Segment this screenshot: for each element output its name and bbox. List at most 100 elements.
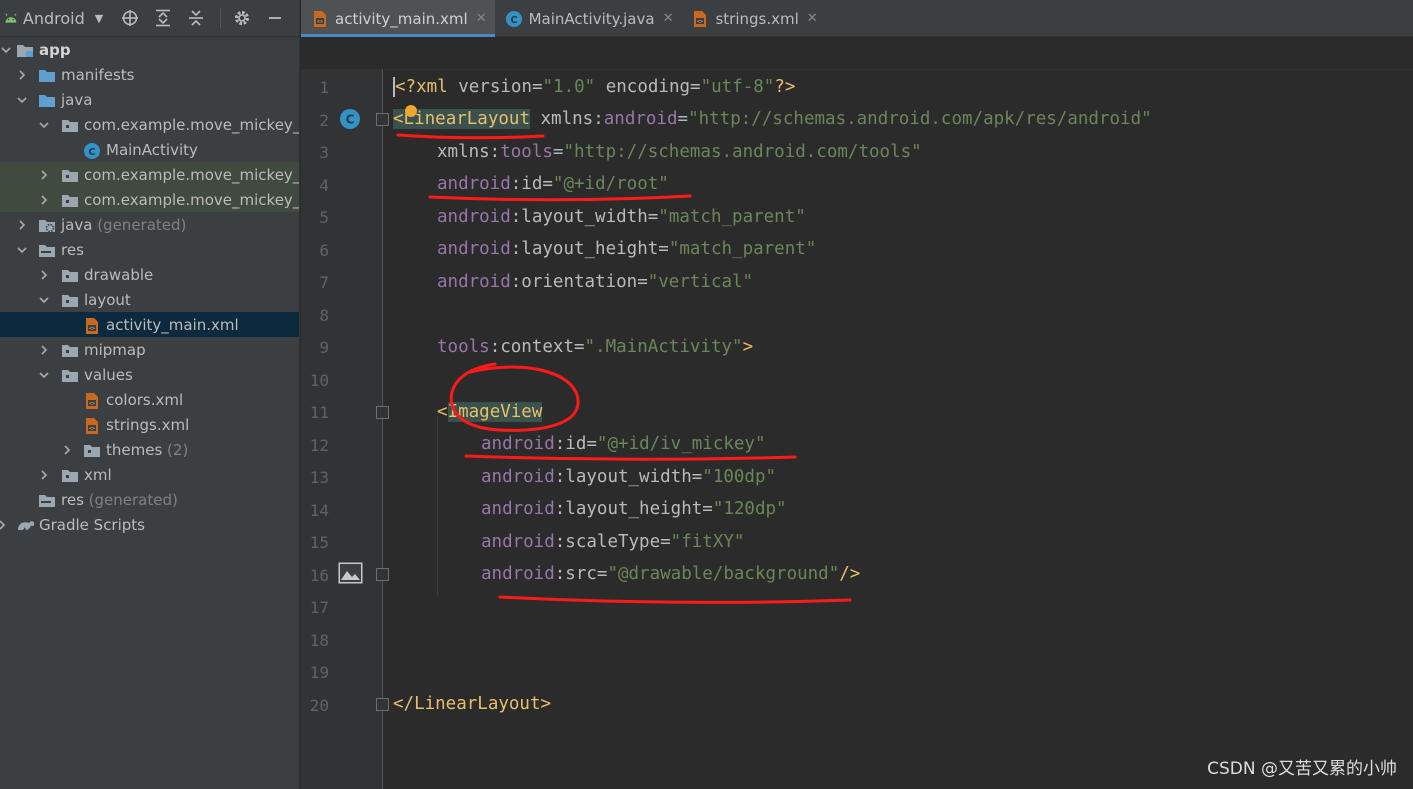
line-number: 11: [309, 403, 329, 422]
tree-item[interactable]: res: [0, 237, 299, 262]
tree-item-text: com.example.move_mickey_b: [84, 190, 300, 209]
editor-tab[interactable]: <> activity_main.xml ✕: [301, 0, 495, 37]
indent-guide: [437, 416, 438, 596]
tab-label: strings.xml: [715, 9, 799, 28]
tree-item[interactable]: <> colors.xml: [0, 387, 299, 412]
tree-item[interactable]: drawable: [0, 262, 299, 287]
tree-item[interactable]: <> strings.xml: [0, 412, 299, 437]
tree-item[interactable]: com.example.move_mickey_b: [0, 187, 299, 212]
chevron-right-icon[interactable]: [61, 444, 73, 456]
tree-item[interactable]: values: [0, 362, 299, 387]
fold-marker[interactable]: [376, 568, 389, 581]
code-editor[interactable]: <?xml version="1.0" encoding="utf-8"?> <…: [383, 70, 1413, 789]
tree-item-label: strings.xml: [106, 416, 189, 434]
chevron-down-icon[interactable]: [0, 44, 12, 56]
line-number: 18: [309, 630, 329, 650]
tree-item[interactable]: xml: [0, 462, 299, 487]
tree-item[interactable]: C MainActivity: [0, 137, 299, 162]
line-number: 6: [319, 240, 329, 260]
editor-tab[interactable]: <> strings.xml ✕: [681, 0, 825, 37]
chevron-down-icon[interactable]: [16, 94, 28, 106]
svg-text:C: C: [346, 113, 355, 127]
tree-item[interactable]: java (generated): [0, 212, 299, 237]
chevron-down-icon[interactable]: [16, 244, 28, 256]
tree-item-label: com.example.move_mickey_b: [84, 116, 299, 134]
tree-item[interactable]: com.example.move_mickey_b: [0, 112, 299, 137]
line-number: 19: [309, 663, 329, 682]
code-line-3: xmlns:tools="http://schemas.android.com/…: [437, 142, 922, 162]
fold-marker[interactable]: [376, 406, 389, 419]
line-number: 3: [319, 143, 329, 162]
tree-item[interactable]: java: [0, 87, 299, 112]
tree-item[interactable]: layout: [0, 287, 299, 312]
tree-item-label: MainActivity: [106, 141, 198, 159]
line-number: 17: [309, 598, 329, 617]
chevron-down-icon[interactable]: [38, 119, 50, 131]
fold-marker[interactable]: [376, 113, 389, 126]
chevron-right-icon[interactable]: [16, 69, 28, 81]
close-icon[interactable]: ✕: [807, 11, 818, 26]
tree-item-label: com.example.move_mickey_b: [84, 190, 300, 209]
chevron-down-icon[interactable]: ▼: [95, 12, 103, 25]
chevron-right-icon[interactable]: [38, 344, 50, 356]
tree-item-label: app: [39, 41, 71, 59]
android-icon: [5, 13, 17, 23]
locate-icon[interactable]: [121, 9, 139, 27]
tree-item-label: com.example.move_mickey_b: [84, 166, 299, 184]
svg-text:<>: <>: [89, 426, 95, 432]
tree-item[interactable]: themes (2): [0, 437, 299, 462]
close-icon[interactable]: ✕: [476, 11, 487, 26]
toolbar-divider: [220, 8, 221, 28]
folder-icon: [38, 67, 56, 83]
class-icon: C: [505, 10, 523, 28]
code-line-5: android:layout_width="match_parent": [437, 207, 806, 227]
collapse-all-icon[interactable]: [187, 9, 205, 27]
chevron-right-icon[interactable]: [38, 469, 50, 481]
line-number: 9: [319, 338, 329, 357]
code-line-2: <LinearLayout xmlns:android="http://sche…: [393, 109, 1152, 129]
tree-item[interactable]: com.example.move_mickey_b: [0, 162, 299, 187]
fold-marker[interactable]: [376, 698, 389, 711]
tree-item[interactable]: manifests: [0, 62, 299, 87]
minimize-icon[interactable]: [266, 9, 284, 27]
tree-item-label: activity_main.xml: [106, 316, 239, 334]
chevron-down-icon[interactable]: [38, 369, 50, 381]
chevron-down-icon[interactable]: [38, 294, 50, 306]
tree-item[interactable]: res (generated): [0, 487, 299, 512]
tree-item-suffix: (2): [162, 440, 189, 459]
close-icon[interactable]: ✕: [663, 11, 674, 26]
line-number: 20: [309, 695, 329, 715]
chevron-right-icon[interactable]: [38, 194, 50, 206]
tree-item[interactable]: mipmap: [0, 337, 299, 362]
tab-label: activity_main.xml: [335, 9, 468, 28]
editor-tab[interactable]: C MainActivity.java ✕: [495, 0, 682, 37]
tree-item-text: mipmap: [84, 340, 146, 359]
tree-item[interactable]: app: [0, 37, 299, 62]
tree-item-label: layout: [84, 291, 131, 309]
chevron-right-icon[interactable]: [38, 169, 50, 181]
expand-all-icon[interactable]: [154, 9, 172, 27]
line-number: 14: [309, 500, 329, 520]
image-preview-icon[interactable]: [338, 562, 363, 588]
tree-item-text: layout: [84, 290, 131, 309]
intention-bulb-icon[interactable]: [404, 103, 418, 122]
line-number: 16: [309, 565, 329, 585]
folder-icon: [38, 92, 56, 108]
project-view-selector[interactable]: Android: [23, 9, 85, 28]
chevron-right-icon[interactable]: [38, 269, 50, 281]
code-line-15: android:scaleType="fitXY": [481, 532, 745, 552]
line-number: 5: [319, 208, 329, 227]
generated-folder-icon: [38, 217, 56, 233]
chevron-right-icon[interactable]: [16, 219, 28, 231]
gear-icon[interactable]: [233, 9, 251, 27]
code-line-4: android:id="@+id/root": [437, 174, 669, 194]
line-number: 4: [319, 175, 329, 195]
class-icon[interactable]: C: [339, 108, 361, 134]
chevron-right-icon[interactable]: [0, 519, 8, 531]
tree-item[interactable]: <> activity_main.xml: [0, 312, 299, 337]
package-icon: [61, 117, 79, 133]
tree-item-label: java (generated): [61, 216, 186, 234]
svg-text:<>: <>: [89, 326, 95, 332]
tree-item[interactable]: Gradle Scripts: [0, 512, 299, 537]
tree-item-label: themes (2): [106, 441, 188, 459]
